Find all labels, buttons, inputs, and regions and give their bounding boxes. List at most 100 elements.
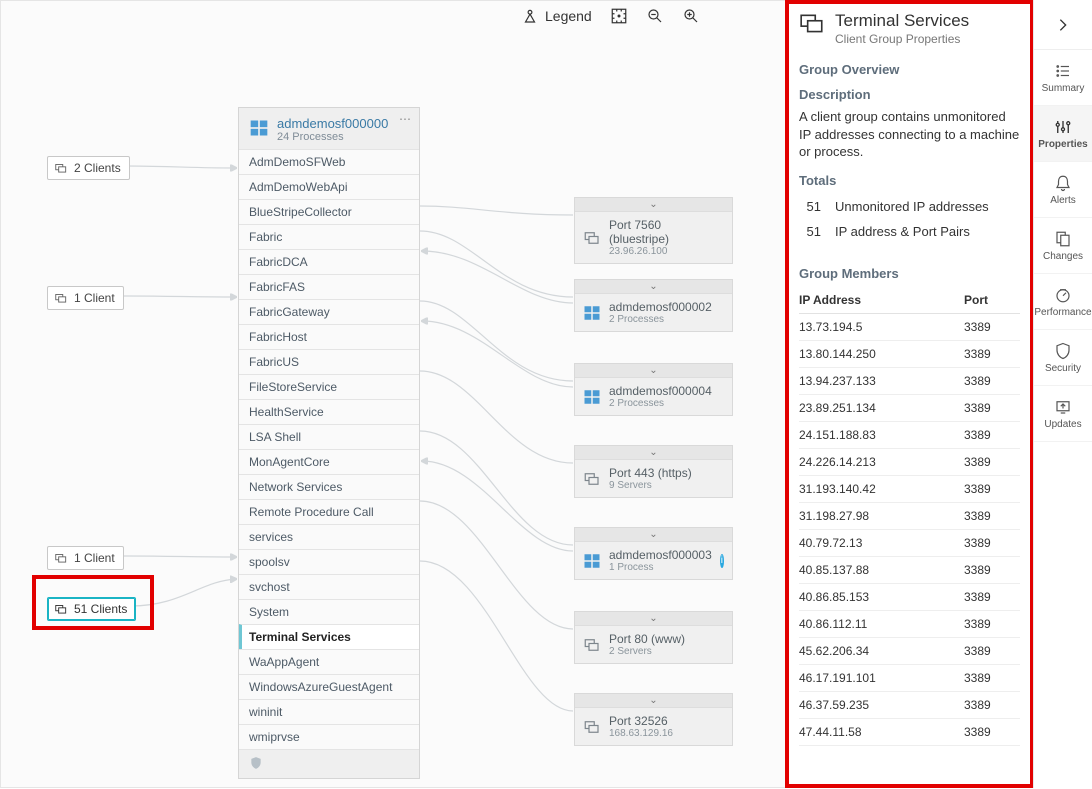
process-row[interactable]: wininit [239,699,419,724]
process-row[interactable]: MonAgentCore [239,449,419,474]
dependency-card[interactable]: ⌄admdemosf0000042 Processes [574,363,733,416]
process-row[interactable]: AdmDemoWebApi [239,174,419,199]
info-icon[interactable]: i [720,554,724,568]
process-row[interactable]: WaAppAgent [239,649,419,674]
chevron-down-icon[interactable]: ⌄ [575,612,732,626]
process-row[interactable]: FabricFAS [239,274,419,299]
nav-properties[interactable]: Properties [1034,106,1092,162]
dependency-title: admdemosf000003 [609,548,712,562]
nav-alerts[interactable]: Alerts [1034,162,1092,218]
windows-icon [249,118,269,138]
process-row[interactable]: Remote Procedure Call [239,499,419,524]
server-group-icon [583,229,601,247]
member-row[interactable]: 46.37.59.2353389 [799,691,1020,718]
nav-security[interactable]: Security [1034,330,1092,386]
member-row[interactable]: 24.226.14.2133389 [799,448,1020,475]
dependency-card[interactable]: ⌄admdemosf0000031 Processi [574,527,733,580]
member-row[interactable]: 13.73.194.53389 [799,313,1020,340]
member-row[interactable]: 13.94.237.1333389 [799,367,1020,394]
dependency-card[interactable]: ⌄Port 32526168.63.129.16 [574,693,733,746]
performance-icon [1054,286,1072,304]
summary-icon [1054,62,1072,80]
chevron-down-icon[interactable]: ⌄ [575,364,732,378]
description-header: Description [799,87,1020,102]
member-row[interactable]: 47.44.11.583389 [799,718,1020,745]
dependency-map-canvas[interactable]: Legend 2 Clie [0,0,788,788]
client-group-icon [54,551,68,565]
process-row[interactable]: FabricUS [239,349,419,374]
process-row[interactable]: spoolsv [239,549,419,574]
process-row[interactable]: System [239,599,419,624]
member-row[interactable]: 40.86.112.113389 [799,610,1020,637]
member-row[interactable]: 45.62.206.343389 [799,637,1020,664]
client-group-1a[interactable]: 1 Client [47,286,124,310]
dependency-title: Port 80 (www) [609,632,685,646]
fit-to-screen-button[interactable] [610,7,628,25]
member-row[interactable]: 40.79.72.133389 [799,529,1020,556]
client-group-51-selected[interactable]: 51 Clients [47,597,136,621]
dependency-subtitle: 9 Servers [609,480,692,491]
process-row[interactable]: Fabric [239,224,419,249]
expand-panel-button[interactable] [1034,0,1092,50]
process-row[interactable]: HealthService [239,399,419,424]
process-row[interactable]: AdmDemoSFWeb [239,149,419,174]
totals-header: Totals [799,173,1020,188]
process-row[interactable]: wmiprvse [239,724,419,749]
updates-icon [1054,398,1072,416]
legend-icon [521,7,539,25]
process-row[interactable]: WindowsAzureGuestAgent [239,674,419,699]
machine-node[interactable]: ⋯ admdemosf000000 24 Processes AdmDemoSF… [238,107,420,779]
member-row[interactable]: 40.85.137.883389 [799,556,1020,583]
client-group-2[interactable]: 2 Clients [47,156,130,180]
windows-icon [583,388,601,406]
process-row[interactable]: FabricGateway [239,299,419,324]
process-row[interactable]: Terminal Services [239,624,419,649]
process-row[interactable]: BlueStripeCollector [239,199,419,224]
process-row[interactable]: Network Services [239,474,419,499]
machine-header[interactable]: ⋯ admdemosf000000 24 Processes [239,108,419,149]
server-group-icon [583,718,601,736]
dependency-subtitle: 2 Servers [609,646,685,657]
machine-menu-icon[interactable]: ⋯ [399,112,413,126]
totals-row: 51IP address & Port Pairs [799,219,1020,244]
dependency-card[interactable]: ⌄admdemosf0000022 Processes [574,279,733,332]
member-row[interactable]: 46.17.191.1013389 [799,664,1020,691]
security-icon [1054,342,1072,360]
nav-performance[interactable]: Performance [1034,274,1092,330]
dependency-card[interactable]: ⌄Port 443 (https)9 Servers [574,445,733,498]
member-row[interactable]: 13.80.144.2503389 [799,340,1020,367]
chevron-down-icon[interactable]: ⌄ [575,198,732,212]
client-group-label: 1 Client [74,291,115,305]
nav-updates[interactable]: Updates [1034,386,1092,442]
nav-changes[interactable]: Changes [1034,218,1092,274]
zoom-in-button[interactable] [682,7,700,25]
member-row[interactable]: 31.198.27.983389 [799,502,1020,529]
chevron-down-icon[interactable]: ⌄ [575,694,732,708]
zoom-out-button[interactable] [646,7,664,25]
nav-summary[interactable]: Summary [1034,50,1092,106]
process-row[interactable]: FabricHost [239,324,419,349]
dependency-card[interactable]: ⌄ Port 80 (www)2 Servers [574,611,733,664]
alerts-icon [1054,174,1072,192]
dependency-subtitle: 168.63.129.16 [609,728,673,739]
client-group-icon [54,602,68,616]
dependency-title: Port 7560 (bluestripe) [609,218,724,246]
process-row[interactable]: FileStoreService [239,374,419,399]
chevron-down-icon[interactable]: ⌄ [575,446,732,460]
col-port-header: Port [964,287,1020,314]
dependency-card[interactable]: ⌄Port 7560 (bluestripe)23.96.26.100 [574,197,733,264]
legend-button[interactable]: Legend [521,7,592,25]
process-row[interactable]: svchost [239,574,419,599]
member-row[interactable]: 31.193.140.423389 [799,475,1020,502]
map-toolbar: Legend [521,7,700,25]
process-row[interactable]: services [239,524,419,549]
client-group-1b[interactable]: 1 Client [47,546,124,570]
process-row[interactable]: FabricDCA [239,249,419,274]
chevron-down-icon[interactable]: ⌄ [575,528,732,542]
member-row[interactable]: 24.151.188.833389 [799,421,1020,448]
dependency-subtitle: 2 Processes [609,398,712,409]
chevron-down-icon[interactable]: ⌄ [575,280,732,294]
member-row[interactable]: 23.89.251.1343389 [799,394,1020,421]
member-row[interactable]: 40.86.85.1533389 [799,583,1020,610]
process-row[interactable]: LSA Shell [239,424,419,449]
